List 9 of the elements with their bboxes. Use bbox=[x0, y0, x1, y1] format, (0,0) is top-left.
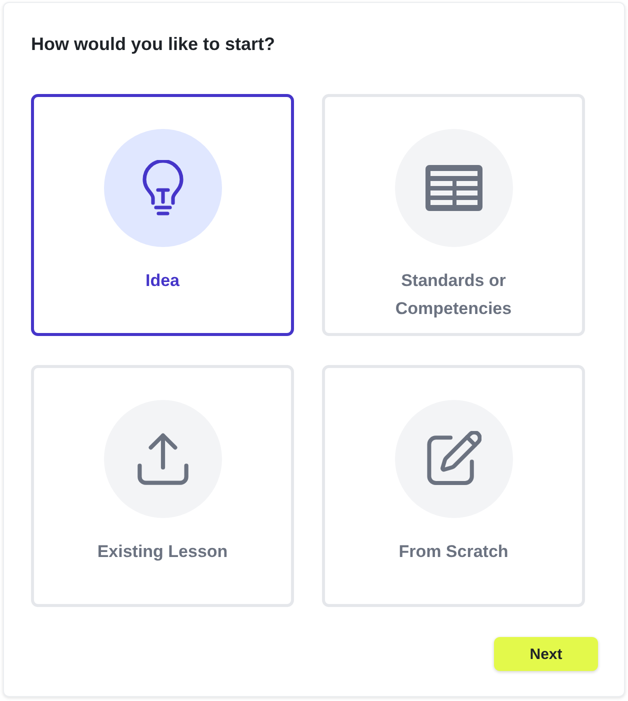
option-card[interactable]: Idea bbox=[31, 94, 294, 336]
option-card[interactable]: Standards or Competencies bbox=[322, 94, 585, 336]
option-card[interactable]: Existing Lesson bbox=[31, 365, 294, 607]
lightbulb-icon bbox=[104, 129, 222, 247]
option-card[interactable]: From Scratch bbox=[322, 365, 585, 607]
dialog-title: How would you like to start? bbox=[31, 33, 276, 56]
next-button[interactable]: Next bbox=[494, 637, 598, 671]
upload-icon bbox=[104, 400, 222, 518]
table-icon bbox=[394, 129, 512, 247]
